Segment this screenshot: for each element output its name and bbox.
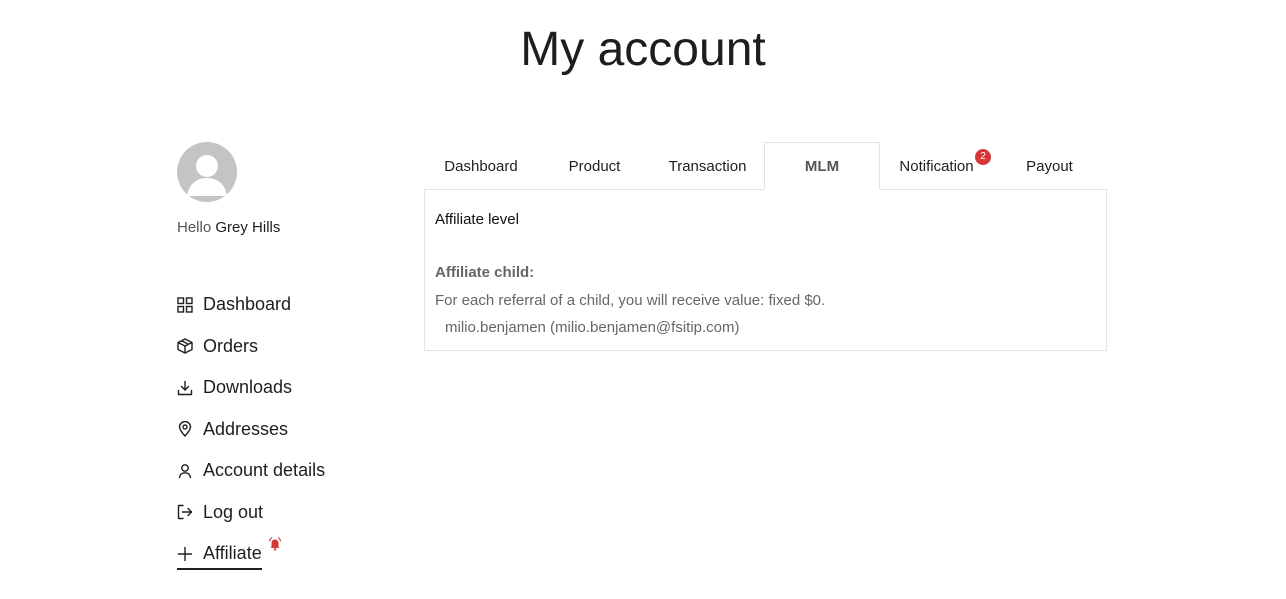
account-navigation: Dashboard Orders Downloads Addresses Acc… — [177, 290, 325, 583]
bell-icon — [267, 536, 283, 552]
affiliate-level-label: Affiliate level — [435, 211, 519, 228]
nav-item-label: Log out — [203, 501, 264, 522]
affiliate-tabs: Dashboard Product Transaction MLM Notifi… — [424, 142, 1106, 190]
tab-dashboard[interactable]: Dashboard — [424, 142, 538, 189]
nav-item-addresses[interactable]: Addresses — [177, 415, 288, 444]
nav-item-label: Addresses — [203, 418, 289, 439]
nav-item-label: Downloads — [203, 377, 293, 397]
package-icon — [177, 338, 193, 354]
nav-item-label: Orders — [203, 335, 259, 356]
tab-label: Transaction — [668, 157, 747, 175]
nav-item-account-details[interactable]: Account details — [177, 456, 325, 485]
map-pin-icon — [177, 421, 193, 437]
logout-icon — [177, 504, 193, 520]
tab-label: Payout — [1026, 157, 1073, 175]
download-icon — [177, 380, 193, 396]
avatar-icon — [187, 155, 227, 196]
notification-count-badge: 2 — [975, 149, 991, 165]
plus-icon — [177, 546, 193, 562]
grid-icon — [177, 296, 193, 313]
avatar — [177, 142, 237, 202]
tab-product[interactable]: Product — [538, 142, 651, 189]
affiliate-child-heading: Affiliate child: — [435, 264, 535, 281]
referral-value-description: For each referral of a child, you will r… — [435, 292, 826, 309]
tab-label: Product — [568, 157, 621, 175]
greeting: Hello Grey Hills — [177, 219, 280, 236]
affiliate-child-item: milio.benjamen (milio.benjamen@fsitip.co… — [445, 319, 740, 336]
nav-item-dashboard[interactable]: Dashboard — [177, 290, 291, 319]
nav-item-label: Affiliate — [203, 543, 262, 563]
page-title: My account — [520, 23, 766, 76]
user-name: Grey Hills — [215, 219, 281, 236]
mlm-panel: Affiliate level Affiliate child: For eac… — [424, 189, 1107, 351]
nav-item-label: Dashboard — [203, 294, 292, 314]
nav-item-affiliate[interactable]: Affiliate — [177, 537, 281, 570]
tab-label: MLM — [804, 157, 840, 175]
nav-item-log-out[interactable]: Log out — [177, 498, 263, 527]
greeting-prefix: Hello — [177, 219, 212, 236]
tab-payout[interactable]: Payout — [993, 142, 1106, 189]
tab-mlm[interactable]: MLM — [764, 142, 880, 190]
nav-item-label: Account details — [203, 460, 326, 480]
tab-transaction[interactable]: Transaction — [651, 142, 764, 189]
nav-item-orders[interactable]: Orders — [177, 332, 258, 361]
tab-label: Dashboard — [444, 157, 518, 175]
nav-item-downloads[interactable]: Downloads — [177, 373, 292, 402]
user-icon — [177, 463, 193, 479]
tab-label: Notification — [899, 157, 974, 175]
tab-notification[interactable]: Notification 2 — [880, 142, 993, 189]
